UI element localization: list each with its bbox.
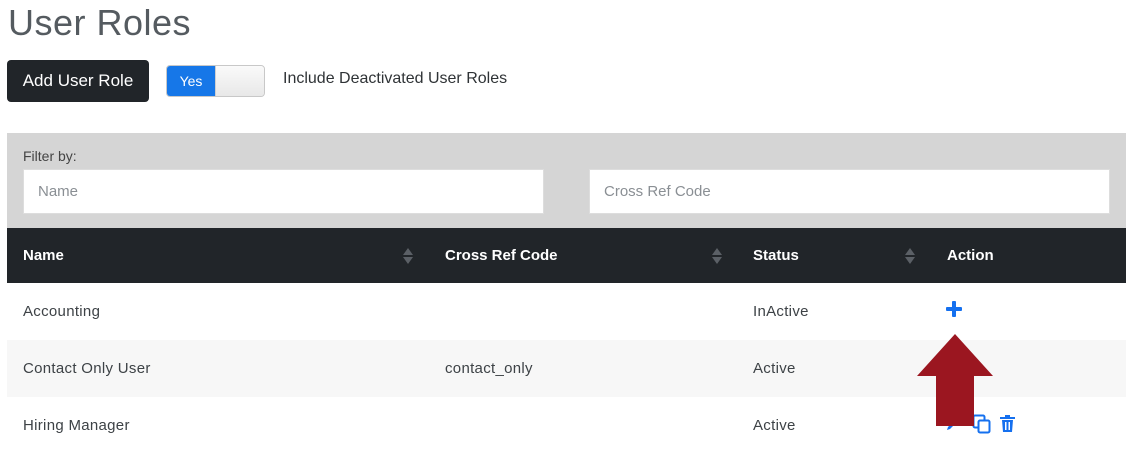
- column-header-name[interactable]: Name: [23, 228, 64, 283]
- sort-cross-ref-icon[interactable]: [712, 248, 722, 264]
- add-user-role-button[interactable]: Add User Role: [7, 60, 149, 102]
- trash-icon[interactable]: [1000, 415, 1015, 432]
- sort-name-icon[interactable]: [403, 248, 413, 264]
- column-header-status[interactable]: Status: [753, 228, 799, 283]
- row-status: InActive: [753, 303, 809, 320]
- page-title: User Roles: [8, 2, 192, 43]
- include-deactivated-label: Include Deactivated User Roles: [283, 70, 508, 87]
- row-name: Accounting: [23, 303, 101, 320]
- toggle-on-label: Yes: [167, 66, 215, 96]
- row-status: Active: [753, 360, 796, 377]
- row-name: Contact Only User: [23, 360, 151, 377]
- row-cross-ref: contact_only: [445, 360, 533, 377]
- filter-panel: Filter by:: [7, 133, 1126, 228]
- row-name: Hiring Manager: [23, 417, 130, 434]
- reactivate-plus-icon[interactable]: [946, 301, 962, 317]
- callout-arrow-icon: [917, 334, 993, 426]
- toggle-handle: [215, 66, 264, 96]
- name-filter-input[interactable]: [23, 169, 544, 214]
- cross-ref-filter-input[interactable]: [589, 169, 1110, 214]
- column-header-cross-ref-code[interactable]: Cross Ref Code: [445, 228, 558, 283]
- sort-status-icon[interactable]: [905, 248, 915, 264]
- column-header-action: Action: [947, 247, 994, 264]
- row-status: Active: [753, 417, 796, 434]
- filter-label: Filter by:: [23, 148, 77, 164]
- include-deactivated-toggle[interactable]: Yes: [166, 65, 265, 97]
- table-header: Name Cross Ref Code Status Action: [7, 228, 1126, 283]
